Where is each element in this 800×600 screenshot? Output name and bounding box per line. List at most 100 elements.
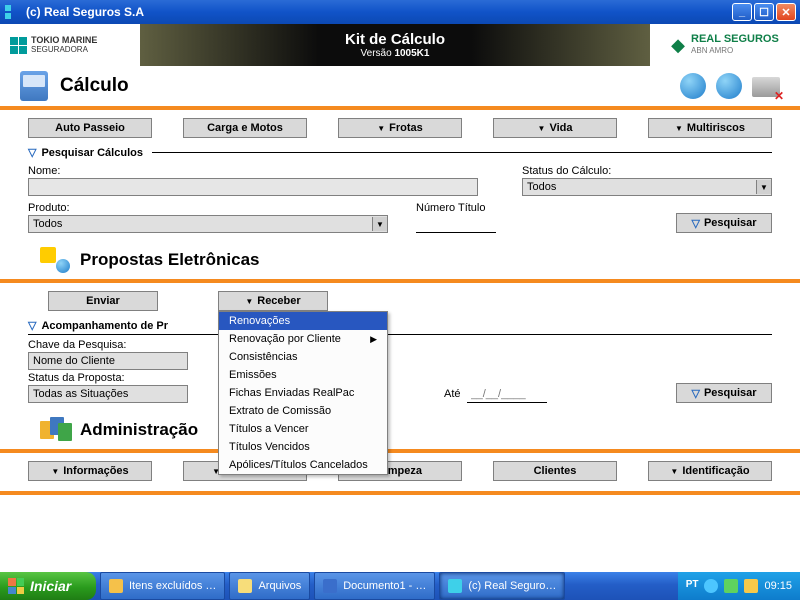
shield-icon: ◆ bbox=[671, 35, 685, 56]
funnel-icon: ▽ bbox=[28, 319, 36, 332]
chevron-down-icon: ▼ bbox=[538, 124, 546, 133]
informacoes-button[interactable]: ▼Informações bbox=[28, 461, 152, 481]
receber-menu: Renovações Renovação por Cliente▶ Consis… bbox=[218, 311, 388, 475]
windows-flag-icon bbox=[8, 578, 24, 594]
menu-titulos-vencidos[interactable]: Títulos Vencidos bbox=[219, 438, 387, 456]
task-word[interactable]: Documento1 - … bbox=[314, 572, 435, 600]
ate-label: Até bbox=[444, 388, 461, 400]
numero-titulo-input[interactable] bbox=[416, 215, 496, 233]
window-minimize-button[interactable]: _ bbox=[732, 3, 752, 21]
menu-titulos-vencer[interactable]: Títulos a Vencer bbox=[219, 420, 387, 438]
pesquisar-button[interactable]: ▽ Pesquisar bbox=[676, 213, 772, 233]
status-label: Status do Cálculo: bbox=[522, 165, 772, 177]
brand-tokio-sub: SEGURADORA bbox=[31, 45, 88, 54]
produto-select[interactable]: Todos ▼ bbox=[28, 215, 388, 233]
kit-ver-value: 1005K1 bbox=[394, 48, 429, 59]
nome-label: Nome: bbox=[28, 165, 478, 177]
clientes-button[interactable]: Clientes bbox=[493, 461, 617, 481]
separator bbox=[0, 106, 800, 110]
tray-icon[interactable] bbox=[704, 579, 718, 593]
menu-renovacao-cliente[interactable]: Renovação por Cliente▶ bbox=[219, 330, 387, 348]
chevron-down-icon: ▼ bbox=[670, 467, 678, 476]
vida-button[interactable]: ▼Vida bbox=[493, 118, 617, 138]
receber-button[interactable]: ▼Receber bbox=[218, 291, 328, 311]
pesquisar-button[interactable]: ▽ Pesquisar bbox=[676, 383, 772, 403]
menu-consistencias[interactable]: Consistências bbox=[219, 348, 387, 366]
search-section-label: Pesquisar Cálculos bbox=[41, 147, 143, 159]
frotas-button[interactable]: ▼Frotas bbox=[338, 118, 462, 138]
chevron-down-icon: ▼ bbox=[377, 124, 385, 133]
word-icon bbox=[323, 579, 337, 593]
task-folder[interactable]: Arquivos bbox=[229, 572, 310, 600]
menu-emissoes[interactable]: Emissões bbox=[219, 366, 387, 384]
app-icon bbox=[4, 4, 20, 20]
menu-renovacoes[interactable]: Renovações bbox=[219, 312, 387, 330]
system-tray: PT 09:15 bbox=[678, 572, 800, 600]
chevron-down-icon: ▼ bbox=[675, 124, 683, 133]
auto-passeio-button[interactable]: Auto Passeio bbox=[28, 118, 152, 138]
task-outlook[interactable]: Itens excluídos … bbox=[100, 572, 225, 600]
separator bbox=[0, 449, 800, 453]
menu-apolices-cancelados[interactable]: Apólices/Títulos Cancelados bbox=[219, 456, 387, 474]
status-proposta-select[interactable]: Todas as Situações bbox=[28, 385, 188, 403]
chave-select[interactable]: Nome do Cliente bbox=[28, 352, 188, 370]
task-app[interactable]: (c) Real Seguro… bbox=[439, 572, 565, 600]
enviar-button[interactable]: Enviar bbox=[48, 291, 158, 311]
brand-real-sub: ABN AMRO bbox=[691, 46, 733, 55]
menu-extrato-comissao[interactable]: Extrato de Comissão bbox=[219, 402, 387, 420]
propostas-icon bbox=[40, 247, 70, 273]
status-select[interactable]: Todos ▼ bbox=[522, 178, 772, 196]
numero-titulo-label: Número Título bbox=[416, 202, 496, 214]
taskbar-clock: 09:15 bbox=[764, 580, 792, 592]
server-offline-icon[interactable] bbox=[752, 77, 780, 97]
ate-date-input[interactable] bbox=[467, 385, 547, 403]
nome-input[interactable] bbox=[28, 178, 478, 196]
produto-label: Produto: bbox=[28, 202, 388, 214]
tray-icon[interactable] bbox=[744, 579, 758, 593]
taskbar: Iniciar Itens excluídos … Arquivos Docum… bbox=[0, 572, 800, 600]
brand-tokio-name: TOKIO MARINE bbox=[31, 35, 97, 45]
funnel-icon: ▽ bbox=[28, 146, 36, 159]
tray-icon[interactable] bbox=[724, 579, 738, 593]
brand-header: TOKIO MARINE SEGURADORA Kit de Cálculo V… bbox=[0, 24, 800, 66]
carga-motos-button[interactable]: Carga e Motos bbox=[183, 118, 307, 138]
tokio-logo-icon bbox=[10, 37, 27, 54]
window-close-button[interactable]: ✕ bbox=[776, 3, 796, 21]
separator bbox=[0, 279, 800, 283]
start-button[interactable]: Iniciar bbox=[0, 572, 96, 600]
chevron-down-icon: ▼ bbox=[372, 217, 387, 231]
acomp-section-label: Acompanhamento de Pr bbox=[41, 320, 168, 332]
calculator-icon bbox=[20, 71, 48, 101]
folder-icon bbox=[238, 579, 252, 593]
window-titlebar: (c) Real Seguros S.A _ ☐ ✕ bbox=[0, 0, 800, 24]
outlook-icon bbox=[109, 579, 123, 593]
language-indicator[interactable]: PT bbox=[686, 579, 699, 593]
separator bbox=[0, 491, 800, 495]
funnel-icon: ▽ bbox=[691, 217, 699, 230]
globe-cursor-icon[interactable] bbox=[680, 73, 706, 99]
app-task-icon bbox=[448, 579, 462, 593]
brand-tokio: TOKIO MARINE SEGURADORA bbox=[0, 24, 140, 66]
kit-ver-label: Versão bbox=[361, 48, 392, 59]
admin-icon bbox=[40, 417, 70, 443]
kit-title: Kit de Cálculo bbox=[345, 31, 445, 48]
window-title: (c) Real Seguros S.A bbox=[26, 5, 732, 19]
chevron-down-icon: ▼ bbox=[756, 180, 771, 194]
identificacao-button[interactable]: ▼Identificação bbox=[648, 461, 772, 481]
status-proposta-label: Status da Proposta: bbox=[28, 372, 188, 384]
menu-fichas-realpac[interactable]: Fichas Enviadas RealPac bbox=[219, 384, 387, 402]
page-title: Cálculo bbox=[60, 75, 129, 97]
brand-real-name: REAL SEGUROS bbox=[691, 33, 779, 45]
multiriscos-button[interactable]: ▼Multiriscos bbox=[648, 118, 772, 138]
propostas-heading: Propostas Eletrônicas bbox=[80, 250, 260, 270]
brand-real: ◆ REAL SEGUROS ABN AMRO bbox=[650, 24, 800, 66]
chave-label: Chave da Pesquisa: bbox=[28, 339, 188, 351]
chevron-down-icon: ▼ bbox=[245, 297, 253, 306]
window-maximize-button[interactable]: ☐ bbox=[754, 3, 774, 21]
chevron-down-icon: ▼ bbox=[51, 467, 59, 476]
chevron-right-icon: ▶ bbox=[370, 334, 377, 345]
brand-kit: Kit de Cálculo Versão 1005K1 bbox=[140, 24, 650, 66]
admin-heading: Administração bbox=[80, 420, 198, 440]
globe-icon[interactable] bbox=[716, 73, 742, 99]
funnel-icon: ▽ bbox=[691, 387, 699, 400]
